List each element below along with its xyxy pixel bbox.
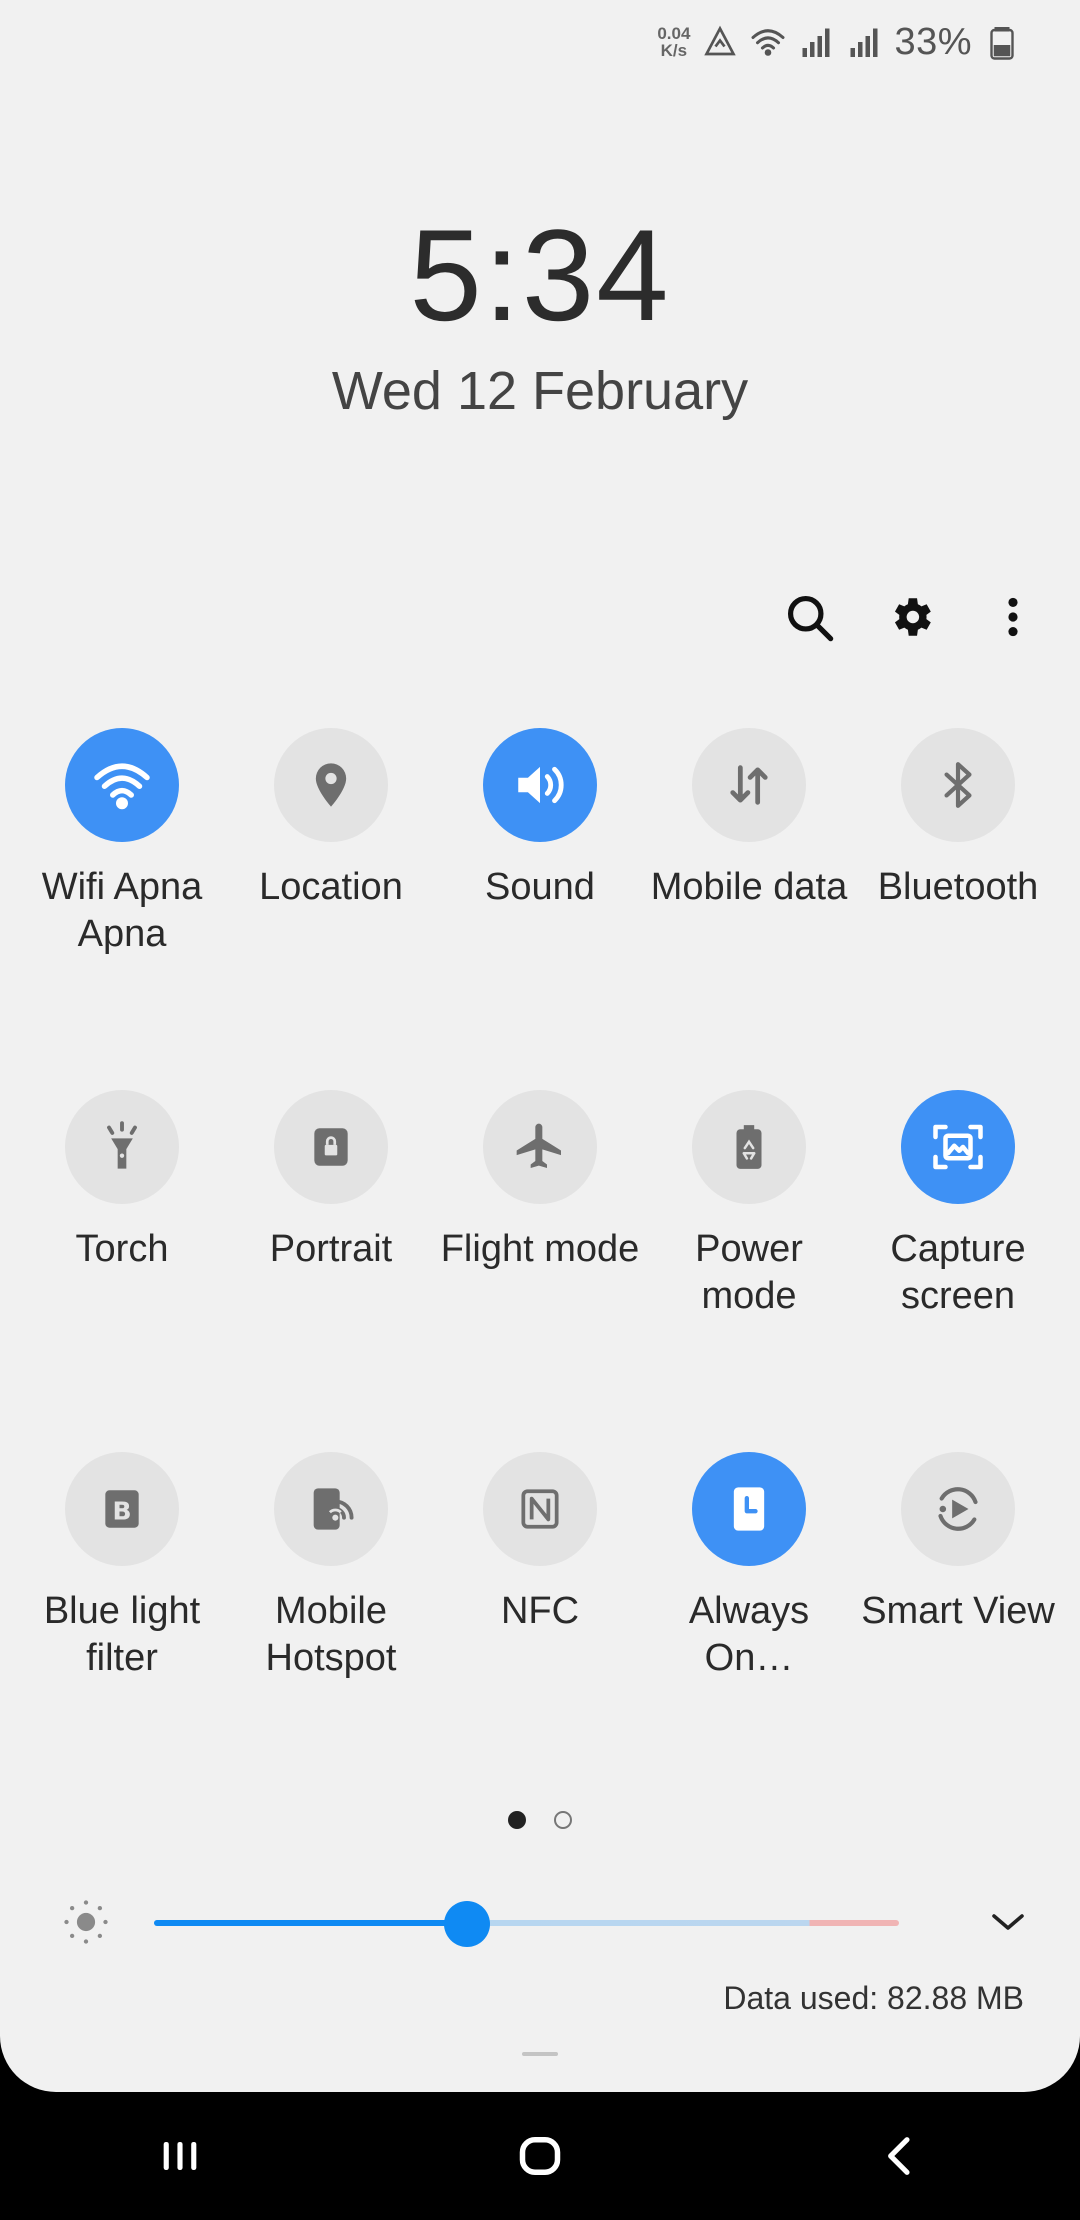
tile-label: Mobile data [650,866,848,908]
tile-smart-view-button[interactable] [901,1452,1015,1566]
clock-time: 5:34 [409,202,671,348]
tile-label: Blue light filter [43,1590,201,1679]
screenshot-icon [933,1124,983,1170]
tile-blue-light-filter[interactable]: B Blue light filter [17,1452,227,1682]
airplane-icon [516,1123,561,1168]
clock-date: Wed 12 February [331,361,749,421]
data-saver-icon [704,25,737,56]
page-dot-inactive[interactable] [554,1811,572,1829]
back-button[interactable] [855,2111,945,2201]
tile-always-on-display-button[interactable] [692,1452,806,1566]
flashlight-icon [107,1121,137,1169]
tile-label: Torch [75,1228,169,1270]
brightness-slider[interactable] [154,1920,899,1926]
brightness-slider-handle[interactable] [443,1901,490,1947]
more-options-button[interactable] [982,586,1044,648]
tile-torch-button[interactable] [65,1090,179,1204]
brightness-icon [64,1900,108,1944]
tile-label: Portrait [269,1228,393,1270]
tile-label: Capture screen [890,1228,1026,1317]
data-arrows-icon [730,765,768,805]
panel-drag-handle[interactable] [522,2052,558,2056]
tile-location[interactable]: Location [226,728,436,911]
battery-icon [990,27,1014,60]
signal-2-icon [850,28,878,57]
tile-nfc-button[interactable] [483,1452,597,1566]
location-pin-icon [315,763,347,807]
signal-1-icon [802,28,830,57]
tile-wifi-button[interactable] [65,728,179,842]
tile-label: Flight mode [440,1228,640,1270]
tile-bluetooth-button[interactable] [901,728,1015,842]
battery-percentage: 33% [894,20,972,63]
wifi-icon [94,763,150,810]
settings-button[interactable] [880,586,942,648]
chevron-down-icon [992,1914,1024,1930]
tile-torch[interactable]: Torch [17,1090,227,1273]
tile-blue-light-filter-button[interactable]: B [65,1452,179,1566]
tile-sound-button[interactable] [483,728,597,842]
always-on-display-icon [733,1487,765,1531]
quick-settings-panel: 0.04 K/s 33% 5:34 Wed 12 February Wifi A… [0,0,1080,2092]
tile-label: NFC [500,1590,580,1632]
hotspot-icon [313,1488,354,1530]
tile-capture-screen[interactable]: Capture screen [853,1090,1063,1320]
panel-actions [778,586,1044,648]
tile-flight-mode-button[interactable] [483,1090,597,1204]
data-usage-text: Data used: 82.88 MB [723,1980,1024,2016]
tile-mobile-hotspot-button[interactable] [274,1452,388,1566]
recent-apps-button[interactable] [135,2111,225,2201]
wifi-status-icon [751,29,785,56]
page-indicator [0,1811,1080,1829]
tile-label: Mobile Hotspot [265,1590,397,1679]
expand-button[interactable] [984,1898,1032,1946]
tile-power-mode-button[interactable] [692,1090,806,1204]
gear-icon [894,598,931,636]
svg-text:B: B [112,1496,131,1525]
smart-view-icon [938,1487,978,1531]
network-speed: 0.04 K/s [657,24,691,60]
brightness-fill [154,1920,467,1926]
page-dot-active[interactable] [508,1811,526,1829]
recents-icon [163,2142,197,2170]
nfc-icon [521,1489,559,1529]
more-vertical-icon [1008,597,1018,637]
tile-location-button[interactable] [274,728,388,842]
tile-label: Always On… [688,1590,810,1679]
tile-mobile-hotspot[interactable]: Mobile Hotspot [226,1452,436,1682]
tile-bluetooth[interactable]: Bluetooth [853,728,1063,911]
tile-smart-view[interactable]: Smart View [853,1452,1063,1635]
brightness-control [0,1890,1080,1954]
search-button[interactable] [778,586,840,648]
tile-label: Sound [485,866,595,908]
status-bar: 0.04 K/s 33% [657,14,1020,70]
speaker-icon [518,766,564,804]
home-button[interactable] [495,2111,585,2201]
tile-label: Smart View [861,1590,1055,1632]
back-icon [888,2137,910,2175]
tile-label: Power mode [695,1228,803,1317]
navigation-bar [0,2092,1080,2220]
tile-wifi[interactable]: Wifi Apna Apna [17,728,227,958]
tile-power-mode[interactable]: Power mode [644,1090,854,1320]
tile-always-on-display[interactable]: Always On… [644,1452,854,1682]
tile-sound[interactable]: Sound [435,728,645,911]
home-icon [519,2137,561,2175]
tile-mobile-data-button[interactable] [692,728,806,842]
tile-portrait-button[interactable] [274,1090,388,1204]
tile-capture-screen-button[interactable] [901,1090,1015,1204]
tile-flight-mode[interactable]: Flight mode [435,1090,645,1273]
tile-label: Location [259,866,403,908]
tile-nfc[interactable]: NFC [435,1452,645,1635]
battery-recycle-icon [736,1125,762,1169]
tile-portrait[interactable]: Portrait [226,1090,436,1273]
tile-mobile-data[interactable]: Mobile data [644,728,854,911]
tile-label: Wifi Apna Apna [41,866,203,955]
bluetooth-icon [944,762,972,808]
tile-label: Bluetooth [877,866,1039,908]
search-icon [787,595,834,642]
rotation-lock-icon [314,1128,348,1166]
blue-light-icon: B [105,1490,139,1528]
